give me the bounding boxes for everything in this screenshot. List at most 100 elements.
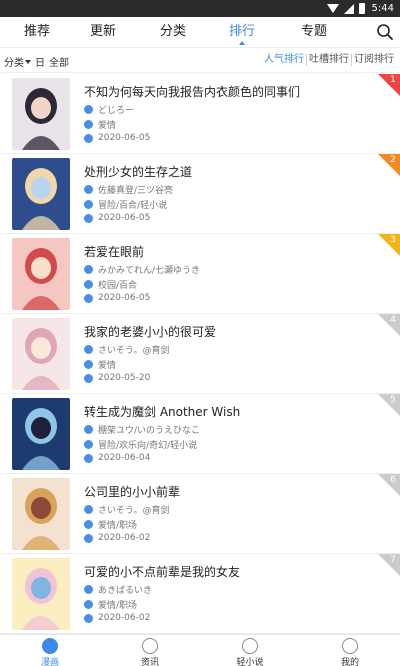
clock-icon bbox=[84, 533, 93, 543]
category-filter[interactable]: 分类 bbox=[4, 54, 31, 69]
rank-number: 6 bbox=[390, 475, 396, 485]
search-icon[interactable] bbox=[376, 23, 394, 41]
item-tags: 冒险/百合/轻小说 bbox=[84, 198, 167, 211]
item-tags: 爱情 bbox=[84, 118, 116, 131]
profile-icon bbox=[342, 638, 358, 654]
list-item[interactable]: 处刑少女的生存之道 佐藤真登/三ツ谷亮 冒险/百合/轻小说 2020-06-05 2 bbox=[0, 154, 400, 234]
item-author: みかみてれん/七瀬ゆうき bbox=[84, 263, 200, 276]
tag-icon bbox=[84, 280, 93, 289]
tag-icon bbox=[84, 360, 93, 369]
author-text: さいそう。@育剑 bbox=[98, 506, 170, 516]
author-text: みかみてれん/七瀬ゆうき bbox=[98, 266, 201, 276]
item-date: 2020-05-20 bbox=[84, 373, 150, 383]
tab-ranking[interactable]: 排行 bbox=[229, 23, 255, 43]
rank-number: 2 bbox=[390, 155, 396, 165]
item-tags: 校园/百合 bbox=[84, 278, 137, 291]
item-title[interactable]: 可爱的小不点前辈是我的女友 bbox=[84, 563, 240, 580]
item-author: さいそう。@育剑 bbox=[84, 343, 169, 356]
list-item[interactable]: 转生成为魔剑 Another Wish 棚架ユウ/いのうえひなこ 冒险/欢乐向/奇幻… bbox=[0, 394, 400, 474]
status-bar: 5:44 bbox=[0, 0, 400, 17]
tags-text: 校园/百合 bbox=[98, 281, 138, 291]
item-tags: 爱情/职场 bbox=[84, 518, 137, 531]
rank-number: 3 bbox=[390, 235, 396, 245]
tag-icon bbox=[84, 520, 93, 529]
list-item[interactable]: 我家的老婆小小的很可爱 さいそう。@育剑 爱情 2020-05-20 4 bbox=[0, 314, 400, 394]
item-title[interactable]: 处刑少女的生存之道 bbox=[84, 163, 192, 180]
clock-icon bbox=[84, 133, 93, 143]
nav-label-news: 资讯 bbox=[140, 658, 159, 666]
ranking-comments[interactable]: 吐槽排行 bbox=[306, 54, 351, 66]
cover-image[interactable] bbox=[12, 238, 70, 310]
tab-updates[interactable]: 更新 bbox=[90, 23, 116, 43]
status-icons: 5:44 bbox=[326, 2, 394, 15]
author-icon bbox=[84, 105, 93, 114]
item-title[interactable]: 转生成为魔剑 Another Wish bbox=[84, 403, 240, 420]
cover-image[interactable] bbox=[12, 558, 70, 630]
author-icon bbox=[84, 505, 93, 514]
list-item[interactable]: 若爱在眼前 みかみてれん/七瀬ゆうき 校园/百合 2020-06-05 3 bbox=[0, 234, 400, 314]
item-title[interactable]: 不知为何每天向我报告内衣颜色的同事们 bbox=[84, 83, 300, 100]
top-tab-bar: 推荐 更新 分类 排行 专题 bbox=[0, 17, 400, 48]
tags-text: 爱情 bbox=[98, 361, 117, 371]
date-text: 2020-06-05 bbox=[98, 133, 151, 143]
tag-icon bbox=[84, 120, 93, 129]
cover-image[interactable] bbox=[12, 318, 70, 390]
item-author: どじろー bbox=[84, 103, 134, 116]
clock-icon bbox=[84, 293, 93, 303]
cover-image[interactable] bbox=[12, 398, 70, 470]
date-text: 2020-06-02 bbox=[98, 533, 151, 543]
tag-icon bbox=[84, 440, 93, 449]
period-filter[interactable]: 日 bbox=[35, 54, 45, 69]
item-title[interactable]: 公司里的小小前辈 bbox=[84, 483, 180, 500]
clock-icon bbox=[84, 613, 93, 623]
ranking-popularity[interactable]: 人气排行 bbox=[262, 54, 306, 66]
nav-item-profile[interactable]: 我的 bbox=[315, 635, 385, 666]
item-author: 佐藤真登/三ツ谷亮 bbox=[84, 183, 173, 196]
item-date: 2020-06-05 bbox=[84, 133, 150, 143]
signal-icon bbox=[343, 3, 354, 14]
author-icon bbox=[84, 585, 93, 594]
cover-image[interactable] bbox=[12, 78, 70, 150]
list-item[interactable]: 不知为何每天向我报告内衣颜色的同事们 どじろー 爱情 2020-06-05 1 bbox=[0, 74, 400, 154]
ranking-subscriptions[interactable]: 订阅排行 bbox=[351, 54, 396, 66]
nav-label-comics: 漫画 bbox=[40, 658, 59, 666]
item-author: さいそう。@育剑 bbox=[84, 503, 169, 516]
author-text: 佐藤真登/三ツ谷亮 bbox=[98, 186, 174, 196]
author-icon bbox=[84, 345, 93, 354]
tab-categories[interactable]: 分类 bbox=[160, 23, 186, 43]
list-item[interactable]: 可爱的小不点前辈是我的女友 あきばるいき 爱情/职场 2020-06-02 7 bbox=[0, 554, 400, 634]
novel-icon bbox=[242, 638, 258, 654]
author-icon bbox=[84, 265, 93, 274]
author-text: どじろー bbox=[98, 106, 135, 116]
nav-item-novels[interactable]: 轻小说 bbox=[215, 635, 285, 666]
comics-icon bbox=[42, 638, 58, 654]
cover-image[interactable] bbox=[12, 158, 70, 230]
clock-icon bbox=[84, 373, 93, 383]
item-title[interactable]: 若爱在眼前 bbox=[84, 243, 144, 260]
date-text: 2020-05-20 bbox=[98, 373, 151, 383]
tag-icon bbox=[84, 600, 93, 609]
tags-text: 冒险/欢乐向/奇幻/轻小说 bbox=[98, 441, 198, 451]
item-title[interactable]: 我家的老婆小小的很可爱 bbox=[84, 323, 216, 340]
active-tab-indicator bbox=[239, 41, 245, 45]
tag-icon bbox=[84, 200, 93, 209]
nav-item-comics[interactable]: 漫画 bbox=[15, 635, 85, 666]
nav-label-profile: 我的 bbox=[340, 658, 359, 666]
filter-group: 分类 日 全部 bbox=[4, 54, 69, 69]
tab-recommend[interactable]: 推荐 bbox=[24, 23, 50, 43]
tags-text: 冒险/百合/轻小说 bbox=[98, 201, 168, 211]
nav-item-news[interactable]: 资讯 bbox=[115, 635, 185, 666]
author-text: あきばるいき bbox=[98, 586, 153, 596]
cover-image[interactable] bbox=[12, 478, 70, 550]
item-date: 2020-06-02 bbox=[84, 613, 150, 623]
status-time: 5:44 bbox=[371, 3, 394, 14]
author-icon bbox=[84, 425, 93, 434]
scope-filter[interactable]: 全部 bbox=[49, 54, 69, 69]
clock-icon bbox=[84, 213, 93, 223]
item-date: 2020-06-02 bbox=[84, 533, 150, 543]
wifi-icon bbox=[326, 4, 339, 13]
tab-topics[interactable]: 专题 bbox=[301, 23, 327, 43]
author-text: 棚架ユウ/いのうえひなこ bbox=[98, 426, 201, 436]
rank-number: 7 bbox=[390, 555, 396, 565]
list-item[interactable]: 公司里的小小前辈さいそう。@育剑爱情/职场 2020-06-02 6 bbox=[0, 474, 400, 554]
